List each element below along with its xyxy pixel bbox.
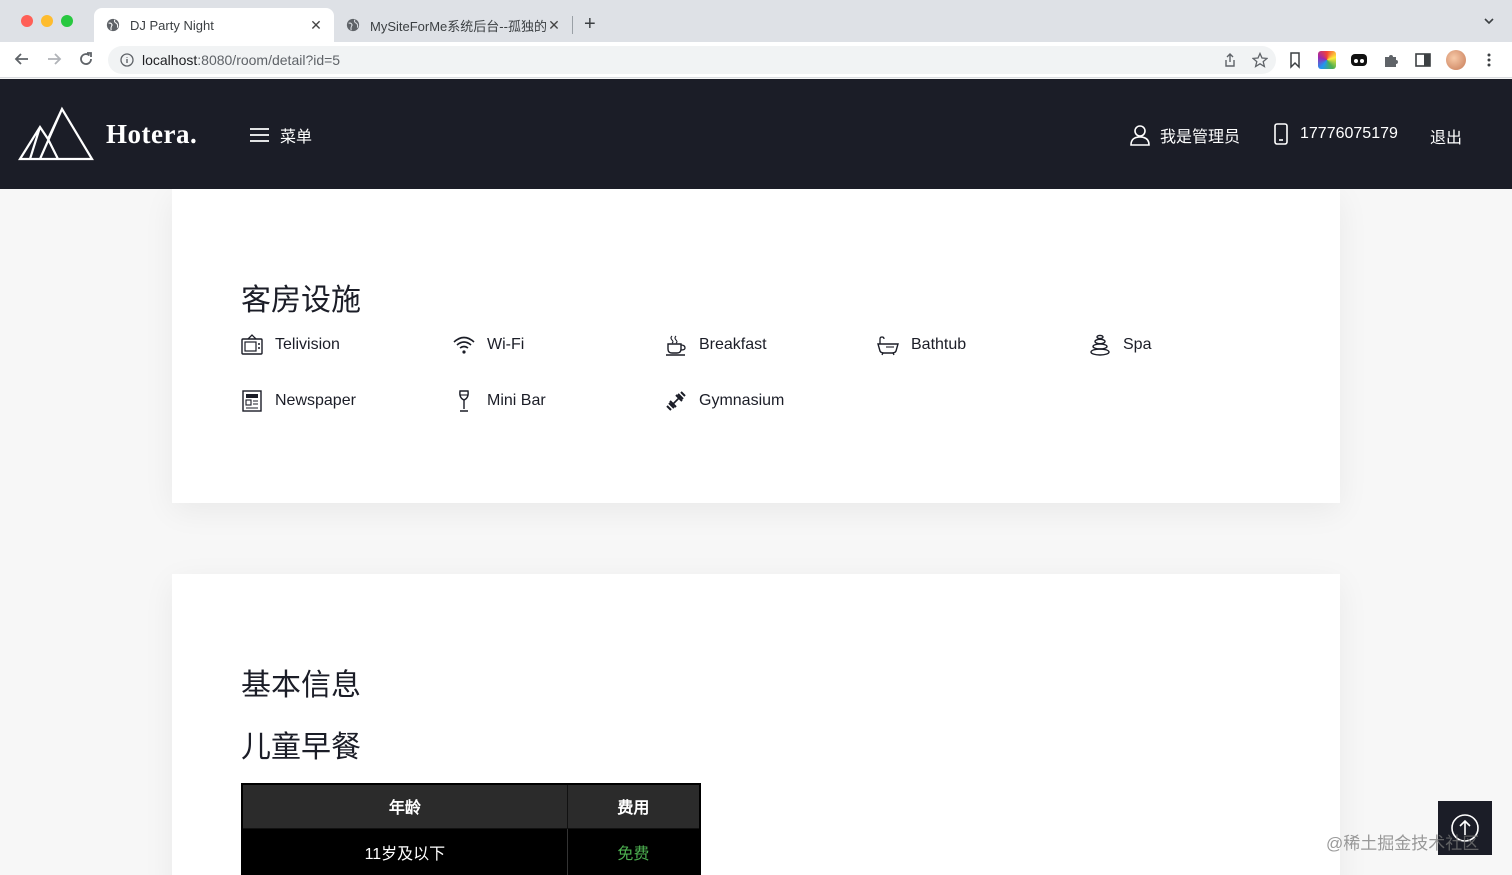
amenity-item: Mini Bar: [453, 390, 665, 412]
menu-button[interactable]: 菜单: [249, 123, 312, 147]
basic-info-title: 基本信息: [241, 669, 361, 702]
amenity-label: Telivision: [275, 336, 340, 353]
url-text: localhost:8080/room/detail?id=5: [142, 52, 341, 68]
table-cell-age: 11岁及以下: [242, 828, 568, 875]
amenity-label: Spa: [1123, 336, 1152, 353]
amenity-label: Wi-Fi: [487, 336, 525, 353]
logout-button[interactable]: 退出: [1430, 124, 1462, 148]
profile-avatar[interactable]: [1446, 50, 1466, 70]
wine-glass-icon: [459, 390, 469, 412]
table-row: 11岁及以下 免费: [242, 828, 701, 875]
share-icon[interactable]: [1222, 52, 1238, 68]
dumbbell-icon: [666, 391, 686, 411]
reload-icon[interactable]: [77, 50, 95, 68]
spa-stones-icon: [1090, 334, 1110, 356]
extension-color-icon[interactable]: [1318, 51, 1336, 69]
wifi-icon: [453, 336, 475, 354]
forward-arrow-icon[interactable]: [45, 50, 63, 68]
amenity-item: Bathtub: [877, 336, 1089, 356]
logo-text[interactable]: Hotera.: [106, 119, 197, 150]
tv-icon: [241, 334, 263, 355]
bathtub-icon: [877, 336, 899, 356]
browser-toolbar: localhost:8080/room/detail?id=5: [0, 42, 1512, 78]
tab-close-icon[interactable]: ✕: [546, 17, 562, 34]
kids-breakfast-table: 年龄 费用 11岁及以下 免费: [241, 783, 701, 875]
more-vertical-icon[interactable]: [1480, 51, 1498, 69]
bookmark-icon[interactable]: [1286, 51, 1304, 69]
browser-tab-inactive[interactable]: MySiteForMe系统后台--孤独的 ✕: [334, 8, 572, 42]
tab-title: MySiteForMe系统后台--孤独的: [370, 18, 546, 34]
window-minimize-button[interactable]: [41, 15, 53, 27]
phone-number: 17776075179: [1300, 125, 1398, 142]
window-zoom-button[interactable]: [61, 15, 73, 27]
tab-close-icon[interactable]: ✕: [308, 17, 324, 34]
globe-icon: [106, 18, 120, 32]
new-tab-button[interactable]: +: [584, 12, 596, 36]
tab-title: DJ Party Night: [130, 17, 214, 33]
hamburger-icon: [250, 128, 269, 142]
browser-tab-active[interactable]: DJ Party Night ✕: [94, 8, 334, 42]
facilities-title: 客房设施: [241, 284, 361, 317]
address-bar[interactable]: localhost:8080/room/detail?id=5: [108, 46, 1276, 74]
site-header: Hotera. 菜单 我是管理员 17776075179 退出: [0, 79, 1512, 189]
browser-tab-bar: DJ Party Night ✕ MySiteForMe系统后台--孤独的 ✕ …: [0, 0, 1512, 42]
basic-info-card: 基本信息 儿童早餐 年龄 费用 11岁及以下 免费: [172, 574, 1340, 875]
amenity-label: Breakfast: [699, 336, 767, 353]
extension-mask-icon[interactable]: [1350, 51, 1368, 69]
amenity-item: Wi-Fi: [453, 336, 665, 354]
page-content: 客房设施 Telivision Wi-Fi Breakfast Bathtub …: [0, 189, 1512, 875]
mountain-logo-icon[interactable]: [18, 105, 94, 161]
table-cell-fee: 免费: [567, 828, 701, 875]
amenity-item: Spa: [1089, 334, 1301, 356]
amenity-label: Newspaper: [275, 392, 356, 409]
newspaper-icon: [242, 390, 262, 412]
user-label: 我是管理员: [1160, 129, 1241, 146]
watermark-text: @稀土掘金技术社区: [1326, 834, 1480, 853]
amenity-item: Gymnasium: [665, 391, 877, 411]
table-header-fee: 费用: [566, 783, 701, 829]
chevron-down-icon[interactable]: [1482, 14, 1496, 28]
extensions-area: [1286, 50, 1498, 70]
tab-separator: [572, 16, 573, 34]
mobile-phone-icon: [1274, 123, 1288, 145]
amenity-item: Telivision: [241, 334, 453, 355]
coffee-icon: [666, 335, 686, 356]
amenity-item: Newspaper: [241, 390, 453, 412]
back-arrow-icon[interactable]: [13, 50, 31, 68]
info-icon[interactable]: [120, 53, 134, 67]
amenity-label: Mini Bar: [487, 392, 546, 409]
amenity-label: Gymnasium: [699, 392, 785, 409]
window-close-button[interactable]: [21, 15, 33, 27]
puzzle-icon[interactable]: [1382, 51, 1400, 69]
user-icon: [1130, 125, 1150, 146]
amenity-label: Bathtub: [911, 336, 967, 353]
amenities-grid: Telivision Wi-Fi Breakfast Bathtub Spa N…: [241, 334, 1301, 412]
globe-icon: [346, 18, 360, 32]
sidebar-icon[interactable]: [1414, 51, 1432, 69]
menu-label: 菜单: [280, 129, 313, 146]
star-icon[interactable]: [1252, 52, 1268, 68]
table-header-age: 年龄: [241, 783, 568, 829]
amenity-item: Breakfast: [665, 335, 877, 356]
phone-link[interactable]: 17776075179: [1272, 123, 1398, 145]
facilities-card: 客房设施 Telivision Wi-Fi Breakfast Bathtub …: [172, 189, 1340, 503]
user-profile-link[interactable]: 我是管理员: [1130, 123, 1240, 147]
kids-breakfast-title: 儿童早餐: [241, 731, 361, 764]
